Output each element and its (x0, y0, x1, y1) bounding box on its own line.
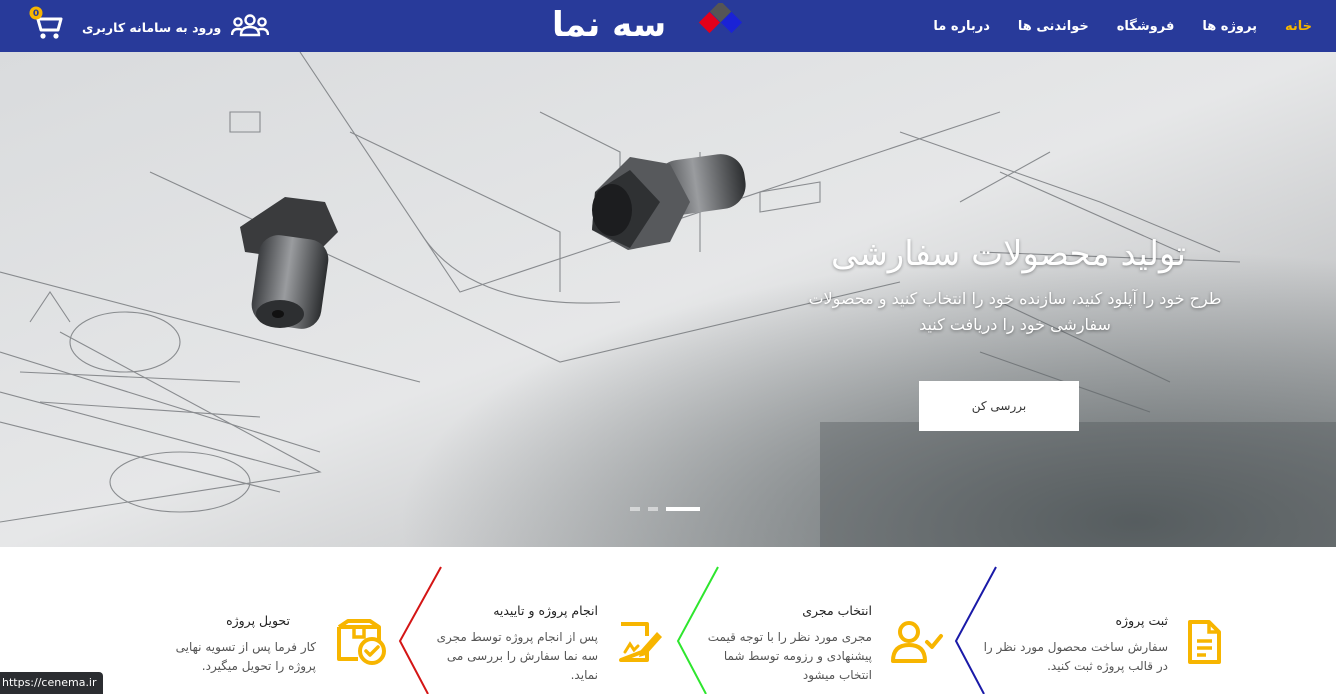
logo-diamonds-icon (698, 3, 743, 34)
step-1-desc-line-1: سفارش ساخت محصول مورد نظر را (983, 640, 1168, 654)
step-3-desc-line-1: پس از انجام پروژه توسط مجری (436, 630, 598, 644)
nav-projects[interactable]: پروژه ها (1188, 19, 1271, 34)
package-check-icon (337, 619, 386, 665)
login-label: ورود به سامانه کاربری (82, 19, 222, 35)
hero-slider: تولید محصولات سفارشی طرح خود را آپلود کن… (0, 52, 1336, 547)
step-2-description: مجری مورد نظر را با توجه قیمت پیشنهادی و… (672, 628, 872, 685)
step-4-description: کار فرما پس از تسویه نهایی پروژه را تحوی… (116, 638, 316, 676)
nav-home[interactable]: خانه (1271, 19, 1326, 34)
nav-shop[interactable]: فروشگاه (1103, 19, 1189, 34)
step-2-title: انتخاب مجری (802, 603, 872, 618)
slide-dot-2[interactable] (648, 507, 658, 511)
step-4-title: تحویل پروژه (226, 613, 290, 628)
slide-dot-3[interactable] (666, 507, 700, 511)
step-3-title: انجام پروژه و تاییدیه (493, 603, 598, 618)
step-1-desc-line-2: در قالب پروژه ثبت کنید. (1047, 659, 1168, 673)
step-3-desc-line-3: نماید. (570, 668, 598, 682)
hero-subtitle: طرح خود را آپلود کنید، سازنده خود را انت… (800, 286, 1230, 338)
step-3-description: پس از انجام پروژه توسط مجری سه نما سفارش… (398, 628, 598, 685)
users-icon (231, 14, 270, 37)
login-link[interactable]: ورود به سامانه کاربری (82, 13, 270, 41)
step-4-desc-line-2: پروژه را تحویل میگیرد. (201, 659, 316, 673)
user-check-icon (891, 621, 943, 663)
step-2-desc-line-1: مجری مورد نظر را با توجه قیمت (707, 630, 872, 644)
step-4-desc-line-1: کار فرما پس از تسویه نهایی (175, 640, 316, 654)
hero-subtitle-line-2: سفارشی خود را دریافت کنید (919, 315, 1111, 334)
nav-about[interactable]: درباره ما (919, 19, 1004, 34)
nav-articles[interactable]: خواندنی ها (1004, 19, 1103, 34)
check-button[interactable]: بررسی کن (919, 381, 1079, 431)
site-logo[interactable]: سه نما (550, 3, 760, 47)
link-status-bar: https://cenema.ir (0, 672, 103, 694)
step-2-desc-line-2: پیشنهادی و رزومه توسط شما (723, 649, 872, 663)
signature-document-icon (619, 622, 662, 662)
cart-count: 0 (33, 9, 39, 19)
step-1-description: سفارش ساخت محصول مورد نظر را در قالب پرو… (968, 638, 1168, 676)
step-1-title: ثبت پروژه (1115, 613, 1169, 628)
hero-subtitle-line-1: طرح خود را آپلود کنید، سازنده خود را انت… (808, 289, 1222, 308)
slide-dot-1[interactable] (630, 507, 640, 511)
step-2-desc-line-3: انتخاب میشود (802, 668, 872, 682)
cart-button[interactable]: 0 (26, 6, 66, 42)
process-steps: ثبت پروژه سفارش ساخت محصول مورد نظر را د… (0, 547, 1336, 694)
slider-indicators (630, 507, 700, 511)
document-icon (1188, 620, 1221, 664)
top-navbar: 0 ورود به سامانه کاربری سه نما خانه پروژ… (0, 0, 1336, 52)
logo-text: سه نما (552, 5, 667, 45)
hero-title: تولید محصولات سفارشی (830, 234, 1186, 274)
main-nav: خانه پروژه ها فروشگاه خواندنی ها درباره … (919, 0, 1326, 52)
step-3-desc-line-2: سه نما سفارش را بررسی می (446, 649, 598, 663)
cart-icon: 0 (29, 6, 63, 39)
